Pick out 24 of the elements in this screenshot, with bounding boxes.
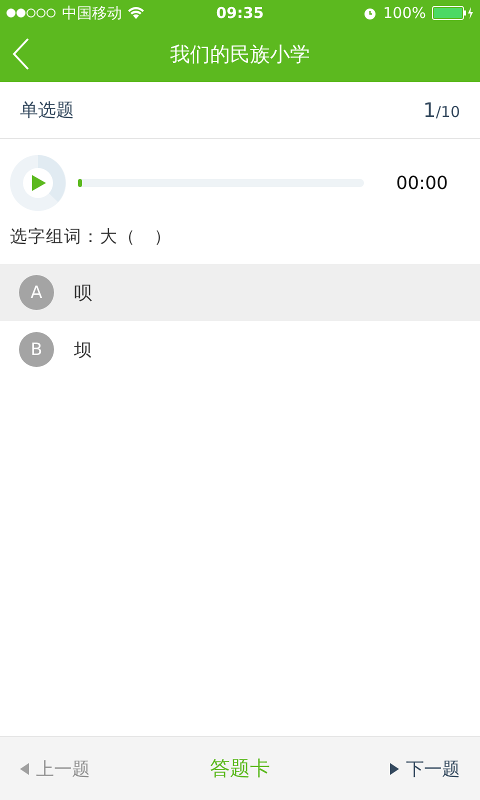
option-letter: B (19, 332, 54, 367)
play-button[interactable] (10, 155, 66, 211)
total-count: /10 (436, 103, 460, 121)
answer-option[interactable]: A 呗 (0, 264, 480, 321)
wifi-icon (128, 7, 144, 19)
option-letter: A (19, 275, 54, 310)
battery-icon (432, 6, 474, 20)
page-title: 我们的民族小学 (170, 40, 310, 68)
right-triangle-icon (390, 762, 400, 774)
option-text: 呗 (74, 282, 92, 304)
clock-time: 09:35 (216, 4, 264, 22)
question-text: 选字组词：大（ ） (9, 226, 173, 249)
signal-icon (6, 8, 56, 18)
audio-progress-track[interactable] (78, 179, 364, 187)
battery-percent: 100% (383, 4, 426, 22)
back-icon[interactable] (12, 38, 30, 70)
alarm-icon (363, 6, 378, 20)
audio-time: 00:00 (396, 172, 448, 194)
current-number: 1 (423, 98, 436, 122)
left-triangle-icon (20, 762, 30, 774)
carrier-name: 中国移动 (62, 4, 122, 22)
question-type: 单选题 (20, 99, 74, 122)
option-text: 坝 (74, 338, 92, 362)
next-button[interactable]: 下一题 (390, 756, 460, 780)
